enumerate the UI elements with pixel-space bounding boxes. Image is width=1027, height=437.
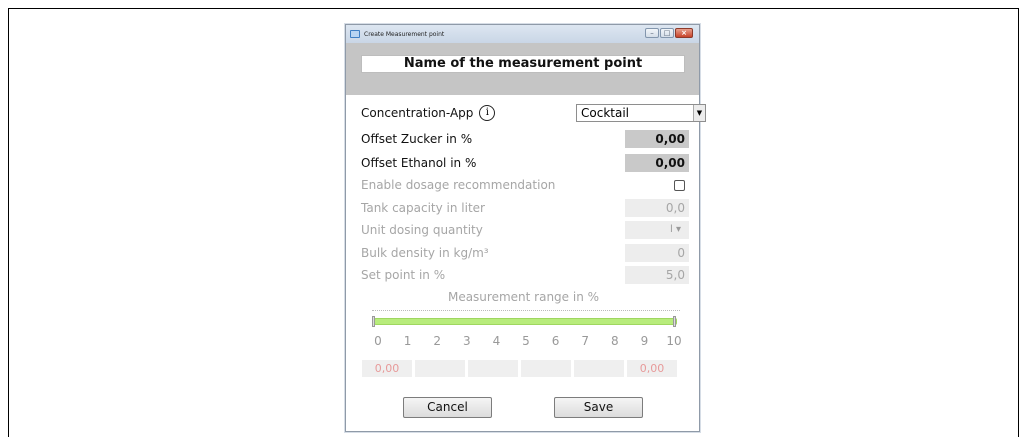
offset-zucker-label: Offset Zucker in % [361, 132, 473, 146]
measurement-range-slider[interactable] [374, 318, 677, 325]
enable-dosage-checkbox[interactable] [674, 179, 685, 191]
chevron-down-icon: ▾ [675, 224, 681, 235]
slider-tick-labels: 0 1 2 3 4 5 6 7 8 9 10 [368, 334, 684, 350]
cancel-button[interactable]: Cancel [403, 397, 492, 418]
range-value-box[interactable] [521, 360, 571, 377]
tank-capacity-label: Tank capacity in liter [361, 201, 485, 215]
minimize-icon[interactable]: – [645, 28, 659, 38]
range-value-box[interactable]: 0,00 [627, 360, 677, 377]
tick-label: 0 [374, 334, 382, 348]
offset-ethanol-row: Offset Ethanol in % 0,00 [361, 154, 689, 172]
info-icon[interactable]: i [479, 105, 496, 121]
bulk-density-label: Bulk density in kg/m³ [361, 246, 489, 260]
set-point-input[interactable]: 5,0 [625, 266, 689, 284]
tick-label: 9 [640, 334, 649, 348]
set-point-row: Set point in % 5,0 [361, 266, 689, 284]
enable-dosage-label: Enable dosage recommendation [361, 178, 556, 192]
tick-label: 3 [462, 334, 471, 348]
range-value-box[interactable]: 0,00 [362, 360, 412, 377]
concentration-app-value: Cocktail [581, 106, 629, 120]
header-panel: Name of the measurement point [346, 43, 699, 95]
range-min-handle[interactable] [372, 316, 375, 327]
app-icon [350, 30, 360, 38]
title-bar: Create Measurement point – □ × [346, 25, 699, 43]
offset-zucker-input[interactable]: 0,00 [625, 130, 689, 148]
unit-dosing-label: Unit dosing quantity [361, 223, 483, 237]
chevron-down-icon[interactable]: ▼ [693, 105, 705, 121]
tick-label: 6 [551, 334, 560, 348]
offset-zucker-row: Offset Zucker in % 0,00 [361, 130, 689, 148]
save-button[interactable]: Save [554, 397, 643, 418]
tick-label: 5 [522, 334, 530, 348]
maximize-icon[interactable]: □ [660, 28, 674, 38]
tick-label: 10 [666, 334, 682, 348]
tick-label: 1 [403, 334, 412, 348]
range-value-box[interactable] [415, 360, 465, 377]
unit-dosing-value: l [670, 224, 673, 235]
concentration-app-select[interactable]: Cocktail ▼ [576, 104, 706, 122]
window-title: Create Measurement point [364, 30, 445, 38]
offset-ethanol-label: Offset Ethanol in % [361, 156, 477, 170]
unit-dosing-select[interactable]: l ▾ [625, 221, 689, 239]
tank-capacity-row: Tank capacity in liter 0,0 [361, 199, 689, 217]
bulk-density-row: Bulk density in kg/m³ 0 [361, 244, 689, 262]
range-value-box[interactable] [468, 360, 518, 377]
tank-capacity-input[interactable]: 0,0 [625, 199, 689, 217]
enable-dosage-row: Enable dosage recommendation [361, 176, 689, 194]
close-icon[interactable]: × [675, 28, 693, 38]
range-max-handle[interactable] [673, 316, 676, 327]
tick-label: 8 [610, 334, 619, 348]
concentration-app-label: Concentration-App [361, 106, 474, 120]
tick-label: 7 [581, 334, 589, 348]
tick-label: 2 [433, 334, 441, 348]
range-value-box[interactable] [574, 360, 624, 377]
unit-dosing-row: Unit dosing quantity l ▾ [361, 221, 689, 239]
measurement-range-title: Measurement range in % [447, 290, 600, 304]
concentration-app-row: Concentration-App i Cocktail ▼ [361, 104, 706, 122]
offset-ethanol-input[interactable]: 0,00 [625, 154, 689, 172]
create-measurement-point-dialog: Create Measurement point – □ × Name of t… [345, 24, 706, 432]
slider-tick-marks [372, 310, 680, 313]
measurement-point-name-field[interactable]: Name of the measurement point [361, 55, 685, 73]
tick-label: 4 [492, 334, 501, 348]
set-point-label: Set point in % [361, 268, 446, 282]
bulk-density-input[interactable]: 0 [625, 244, 689, 262]
